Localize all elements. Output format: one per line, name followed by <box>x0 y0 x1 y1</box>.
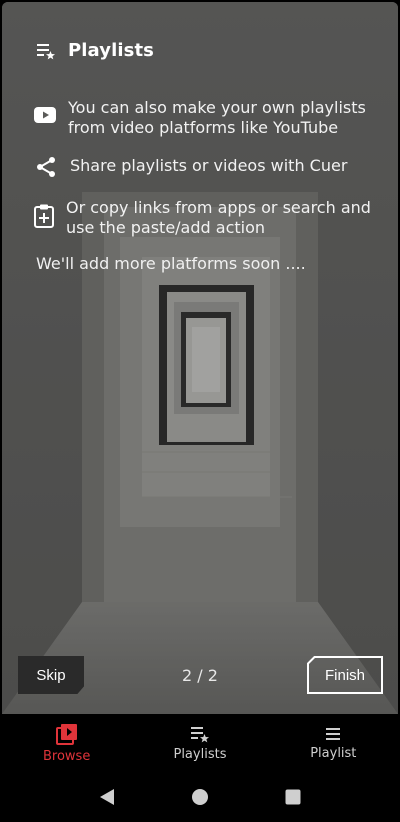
system-navigation-bar <box>0 772 400 822</box>
home-icon <box>191 789 208 805</box>
browse-icon <box>55 723 77 745</box>
back-icon <box>99 789 114 805</box>
clipboard-add-icon <box>34 204 54 228</box>
finish-button-corner <box>307 656 317 666</box>
feature-text: Or copy links from apps or search and us… <box>66 198 371 237</box>
playlist-star-icon <box>190 726 209 742</box>
list-icon <box>326 727 341 740</box>
feature-youtube: You can also make your own playlists fro… <box>34 98 374 138</box>
platforms-note: We'll add more platforms soon .... <box>36 254 306 273</box>
back-button[interactable] <box>97 787 117 807</box>
nav-label: Playlists <box>173 746 227 762</box>
home-button[interactable] <box>190 787 210 807</box>
page-title: Playlists <box>68 40 154 61</box>
bottom-navigation: Browse Playlists Playlist <box>0 714 400 772</box>
onboarding-header: Playlists <box>36 40 154 61</box>
youtube-icon <box>34 107 56 123</box>
nav-item-playlists[interactable]: Playlists <box>150 725 250 762</box>
feature-paste: Or copy links from apps or search and us… <box>34 198 374 238</box>
feature-text: Share playlists or videos with Cuer <box>70 156 348 175</box>
feature-share: Share playlists or videos with Cuer <box>34 156 374 178</box>
recents-button[interactable] <box>283 787 303 807</box>
onboarding-screen: Playlists You can also make your own pla… <box>2 2 398 714</box>
share-icon <box>37 157 55 177</box>
recents-icon <box>285 789 301 805</box>
nav-item-browse[interactable]: Browse <box>17 723 117 764</box>
playlist-star-icon <box>37 43 55 59</box>
nav-label: Playlist <box>310 745 357 761</box>
nav-label: Browse <box>42 748 91 764</box>
nav-item-playlist[interactable]: Playlist <box>283 726 383 761</box>
feature-text: You can also make your own playlists fro… <box>68 98 366 137</box>
